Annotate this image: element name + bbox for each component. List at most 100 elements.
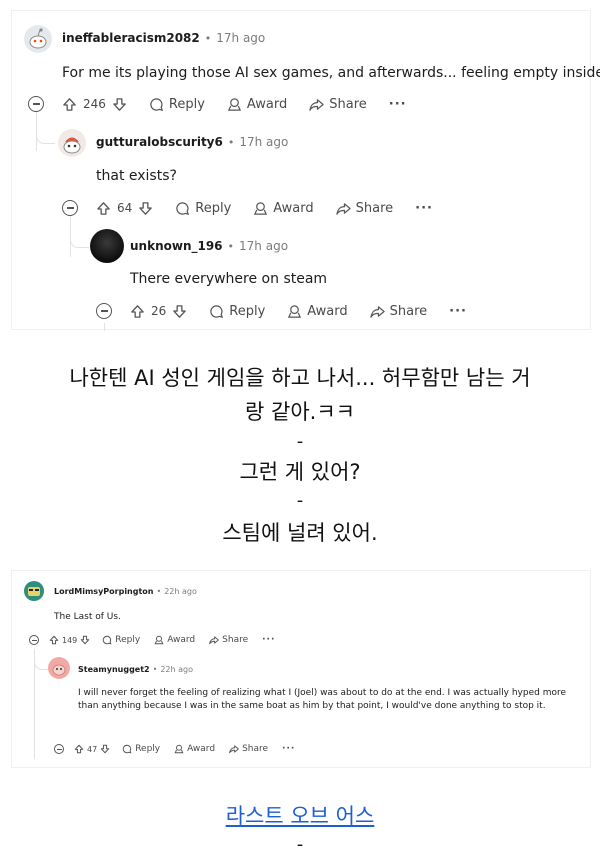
comment-body: For me its playing those AI sex games, a… xyxy=(62,65,600,81)
timestamp[interactable]: 17h ago xyxy=(239,135,288,149)
vote-control: 149 xyxy=(49,635,90,645)
downvote-icon[interactable] xyxy=(112,97,127,112)
username[interactable]: unknown_196 xyxy=(130,239,223,253)
separator-dot: • xyxy=(227,239,235,253)
comment-body: The Last of Us. xyxy=(54,612,121,622)
upvote-icon[interactable] xyxy=(96,201,111,216)
share-button[interactable]: Share xyxy=(229,744,268,754)
more-options-button[interactable]: ··· xyxy=(449,304,467,319)
timestamp[interactable]: 17h ago xyxy=(239,239,288,253)
collapse-thread-button[interactable] xyxy=(28,96,44,112)
avatar[interactable] xyxy=(90,229,124,263)
reply-label: Reply xyxy=(168,96,205,112)
comment-actions: 26 Reply Award Share ··· xyxy=(96,303,489,319)
avatar[interactable] xyxy=(48,657,70,679)
share-button[interactable]: Share xyxy=(309,97,367,112)
reply-label: Reply xyxy=(135,744,161,754)
comment-body: that exists? xyxy=(96,168,177,184)
translation-line: 랑 같아.ㅋㅋ xyxy=(245,400,355,424)
comment-actions: 149 Reply Award Share ··· xyxy=(29,635,289,645)
share-arrow-icon xyxy=(309,98,324,111)
translation-line: 그런 게 있어? xyxy=(239,460,361,484)
comment-header: gutturalobscurity6 • 17h ago xyxy=(96,135,288,149)
share-button[interactable]: Share xyxy=(209,635,248,645)
downvote-icon[interactable] xyxy=(172,304,187,319)
comment-header: unknown_196 • 17h ago xyxy=(130,239,288,253)
award-icon xyxy=(174,744,184,754)
avatar[interactable] xyxy=(24,25,52,53)
reply-bubble-icon xyxy=(150,97,163,111)
avatar[interactable] xyxy=(58,129,86,157)
more-options-button[interactable]: ··· xyxy=(389,97,407,112)
reply-button[interactable]: Reply xyxy=(149,97,205,112)
snoo-avatar-icon xyxy=(63,137,81,154)
vote-control: 26 xyxy=(130,304,187,319)
share-arrow-icon xyxy=(209,636,219,645)
award-button[interactable]: Award xyxy=(227,97,287,112)
vote-count: 26 xyxy=(151,304,167,318)
username[interactable]: ineffableracism2082 xyxy=(62,31,200,45)
vote-control: 246 xyxy=(62,97,127,112)
separator-dot: • xyxy=(156,587,162,596)
snoo-avatar-icon xyxy=(52,664,66,676)
translation-link[interactable]: 라스트 오브 어스 xyxy=(0,800,600,830)
award-icon xyxy=(288,304,302,318)
award-icon xyxy=(254,201,268,215)
more-options-button[interactable]: ··· xyxy=(415,201,433,216)
username[interactable]: LordMimsyPorpington xyxy=(54,587,154,596)
award-label: Award xyxy=(167,635,196,645)
vote-control: 64 xyxy=(96,201,153,216)
comment-header: LordMimsyPorpington • 22h ago xyxy=(54,587,197,596)
thread-elbow xyxy=(36,111,55,144)
reply-button[interactable]: Reply xyxy=(209,304,265,319)
collapse-thread-button[interactable] xyxy=(96,303,112,319)
more-options-button[interactable]: ··· xyxy=(262,635,275,645)
downvote-icon[interactable] xyxy=(138,201,153,216)
award-button[interactable]: Award xyxy=(174,744,215,754)
share-label: Share xyxy=(242,744,269,754)
comment-actions: 47 Reply Award Share ··· xyxy=(54,744,309,754)
comment-body: I will never forget the feeling of reali… xyxy=(78,688,567,711)
share-button[interactable]: Share xyxy=(335,201,393,216)
award-button[interactable]: Award xyxy=(287,303,348,319)
reply-label: Reply xyxy=(115,635,141,645)
comment-actions: 246 Reply Award Share ··· xyxy=(28,96,429,112)
vote-count: 64 xyxy=(117,201,133,215)
collapse-thread-button[interactable] xyxy=(54,744,64,754)
snoo-avatar-icon xyxy=(29,28,47,49)
avatar[interactable] xyxy=(24,581,44,601)
upvote-icon[interactable] xyxy=(74,744,84,754)
comment-header: Steamynugget2 • 22h ago xyxy=(78,665,193,674)
upvote-icon[interactable] xyxy=(62,97,77,112)
vote-count: 149 xyxy=(62,635,78,645)
award-label: Award xyxy=(307,303,348,319)
timestamp[interactable]: 22h ago xyxy=(164,587,197,596)
timestamp[interactable]: 22h ago xyxy=(160,665,193,674)
share-label: Share xyxy=(222,635,249,645)
username[interactable]: gutturalobscurity6 xyxy=(96,135,223,149)
award-label: Award xyxy=(273,200,314,216)
award-button[interactable]: Award xyxy=(253,200,314,216)
share-button[interactable]: Share xyxy=(369,304,427,319)
reply-button[interactable]: Reply xyxy=(102,635,140,645)
more-options-button[interactable]: ··· xyxy=(282,744,295,754)
collapse-thread-button[interactable] xyxy=(29,635,39,645)
vote-count: 47 xyxy=(87,744,98,754)
award-button[interactable]: Award xyxy=(154,635,195,645)
downvote-icon[interactable] xyxy=(80,635,90,645)
timestamp[interactable]: 17h ago xyxy=(216,31,265,45)
username[interactable]: Steamynugget2 xyxy=(78,665,150,674)
upvote-icon[interactable] xyxy=(49,635,59,645)
reply-button[interactable]: Reply xyxy=(122,744,160,754)
thread-line xyxy=(104,323,105,331)
collapse-thread-button[interactable] xyxy=(62,200,78,216)
separator-dot: • xyxy=(227,135,235,149)
separator-dash: - xyxy=(296,834,304,855)
reply-bubble-icon xyxy=(176,201,190,215)
share-arrow-icon xyxy=(335,202,351,215)
separator-dot: • xyxy=(152,665,158,674)
reply-button[interactable]: Reply xyxy=(175,201,231,216)
downvote-icon[interactable] xyxy=(100,744,110,754)
upvote-icon[interactable] xyxy=(130,304,145,319)
share-arrow-icon xyxy=(229,745,239,754)
